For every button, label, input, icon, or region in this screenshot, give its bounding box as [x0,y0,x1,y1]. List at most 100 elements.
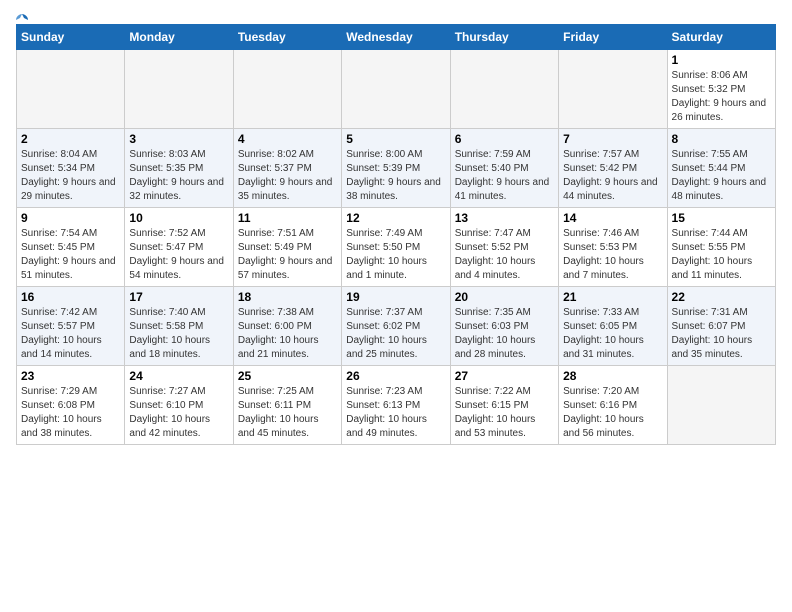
day-number: 14 [563,211,662,225]
calendar-cell: 5 Sunrise: 8:00 AM Sunset: 5:39 PM Daylig… [342,129,450,208]
calendar-cell [667,366,775,445]
day-info: Sunrise: 8:04 AM Sunset: 5:34 PM Dayligh… [21,148,120,204]
calendar-cell: 8 Sunrise: 7:55 AM Sunset: 5:44 PM Daylig… [667,129,775,208]
day-info: Sunrise: 7:31 AM Sunset: 6:07 PM Dayligh… [672,306,771,362]
day-number: 9 [21,211,120,225]
calendar-week-5: 23 Sunrise: 7:29 AM Sunset: 6:08 PM Dayli… [17,366,776,445]
day-info: Sunrise: 7:25 AM Sunset: 6:11 PM Dayligh… [238,385,337,441]
calendar-cell: 12 Sunrise: 7:49 AM Sunset: 5:50 PM Dayli… [342,208,450,287]
day-info: Sunrise: 7:46 AM Sunset: 5:53 PM Dayligh… [563,227,662,283]
day-header-monday: Monday [125,25,233,50]
day-header-saturday: Saturday [667,25,775,50]
calendar-cell: 21 Sunrise: 7:33 AM Sunset: 6:05 PM Dayli… [559,287,667,366]
day-info: Sunrise: 8:02 AM Sunset: 5:37 PM Dayligh… [238,148,337,204]
calendar-cell: 17 Sunrise: 7:40 AM Sunset: 5:58 PM Dayli… [125,287,233,366]
calendar-week-3: 9 Sunrise: 7:54 AM Sunset: 5:45 PM Daylig… [17,208,776,287]
day-number: 18 [238,290,337,304]
calendar-cell [450,50,558,129]
day-number: 21 [563,290,662,304]
day-number: 22 [672,290,771,304]
calendar-cell: 22 Sunrise: 7:31 AM Sunset: 6:07 PM Dayli… [667,287,775,366]
day-header-wednesday: Wednesday [342,25,450,50]
day-number: 20 [455,290,554,304]
calendar-cell: 18Sunrise: 7:38 AM Sunset: 6:00 PM Dayli… [233,287,341,366]
calendar-cell: 27 Sunrise: 7:22 AM Sunset: 6:15 PM Dayli… [450,366,558,445]
day-info: Sunrise: 7:22 AM Sunset: 6:15 PM Dayligh… [455,385,554,441]
day-info: Sunrise: 7:35 AM Sunset: 6:03 PM Dayligh… [455,306,554,362]
day-info: Sunrise: 8:03 AM Sunset: 5:35 PM Dayligh… [129,148,228,204]
day-number: 5 [346,132,445,146]
day-number: 27 [455,369,554,383]
day-number: 13 [455,211,554,225]
calendar-cell: 19 Sunrise: 7:37 AM Sunset: 6:02 PM Dayli… [342,287,450,366]
day-number: 4 [238,132,337,146]
day-info: Sunrise: 7:54 AM Sunset: 5:45 PM Dayligh… [21,227,120,283]
day-info: Sunrise: 7:59 AM Sunset: 5:40 PM Dayligh… [455,148,554,204]
day-number: 12 [346,211,445,225]
day-header-tuesday: Tuesday [233,25,341,50]
day-number: 16 [21,290,120,304]
calendar-cell: 25 Sunrise: 7:25 AM Sunset: 6:11 PM Dayli… [233,366,341,445]
day-info: Sunrise: 7:23 AM Sunset: 6:13 PM Dayligh… [346,385,445,441]
calendar-cell [233,50,341,129]
day-info: Sunrise: 7:29 AM Sunset: 6:08 PM Dayligh… [21,385,120,441]
day-info: Sunrise: 7:47 AM Sunset: 5:52 PM Dayligh… [455,227,554,283]
day-info: Sunrise: 7:52 AM Sunset: 5:47 PM Dayligh… [129,227,228,283]
calendar-cell: 6 Sunrise: 7:59 AM Sunset: 5:40 PM Daylig… [450,129,558,208]
calendar-week-1: 1 Sunrise: 8:06 AM Sunset: 5:32 PM Daylig… [17,50,776,129]
calendar-cell: 20 Sunrise: 7:35 AM Sunset: 6:03 PM Dayli… [450,287,558,366]
day-info: Sunrise: 7:37 AM Sunset: 6:02 PM Dayligh… [346,306,445,362]
calendar-cell: 26 Sunrise: 7:23 AM Sunset: 6:13 PM Dayli… [342,366,450,445]
calendar-cell: 16Sunrise: 7:42 AM Sunset: 5:57 PM Dayli… [17,287,125,366]
day-number: 28 [563,369,662,383]
calendar-cell: 7 Sunrise: 7:57 AM Sunset: 5:42 PM Daylig… [559,129,667,208]
day-info: Sunrise: 7:44 AM Sunset: 5:55 PM Dayligh… [672,227,771,283]
logo-bird-icon [14,12,30,28]
day-info: Sunrise: 7:49 AM Sunset: 5:50 PM Dayligh… [346,227,445,283]
day-info: Sunrise: 8:06 AM Sunset: 5:32 PM Dayligh… [672,69,771,125]
day-number: 15 [672,211,771,225]
day-header-thursday: Thursday [450,25,558,50]
calendar-table: SundayMondayTuesdayWednesdayThursdayFrid… [16,24,776,445]
calendar-cell: 11 Sunrise: 7:51 AM Sunset: 5:49 PM Dayli… [233,208,341,287]
calendar-cell: 24 Sunrise: 7:27 AM Sunset: 6:10 PM Dayli… [125,366,233,445]
day-info: Sunrise: 7:20 AM Sunset: 6:16 PM Dayligh… [563,385,662,441]
calendar-cell: 4 Sunrise: 8:02 AM Sunset: 5:37 PM Daylig… [233,129,341,208]
calendar-cell [559,50,667,129]
day-header-sunday: Sunday [17,25,125,50]
day-number: 24 [129,369,228,383]
day-info: Sunrise: 7:55 AM Sunset: 5:44 PM Dayligh… [672,148,771,204]
calendar-cell [342,50,450,129]
day-number: 10 [129,211,228,225]
calendar-cell: 15 Sunrise: 7:44 AM Sunset: 5:55 PM Dayli… [667,208,775,287]
calendar-cell: 13 Sunrise: 7:47 AM Sunset: 5:52 PM Dayli… [450,208,558,287]
day-info: Sunrise: 8:00 AM Sunset: 5:39 PM Dayligh… [346,148,445,204]
day-info: Sunrise: 7:51 AM Sunset: 5:49 PM Dayligh… [238,227,337,283]
day-number: 23 [21,369,120,383]
day-number: 7 [563,132,662,146]
day-number: 8 [672,132,771,146]
calendar-week-4: 16Sunrise: 7:42 AM Sunset: 5:57 PM Dayli… [17,287,776,366]
calendar-cell: 28 Sunrise: 7:20 AM Sunset: 6:16 PM Dayli… [559,366,667,445]
calendar-cell: 1 Sunrise: 8:06 AM Sunset: 5:32 PM Daylig… [667,50,775,129]
day-number: 25 [238,369,337,383]
calendar-cell [125,50,233,129]
day-number: 11 [238,211,337,225]
day-number: 19 [346,290,445,304]
day-number: 1 [672,53,771,67]
calendar-cell: 2Sunrise: 8:04 AM Sunset: 5:34 PM Daylig… [17,129,125,208]
day-info: Sunrise: 7:57 AM Sunset: 5:42 PM Dayligh… [563,148,662,204]
day-info: Sunrise: 7:27 AM Sunset: 6:10 PM Dayligh… [129,385,228,441]
day-header-friday: Friday [559,25,667,50]
calendar-cell [17,50,125,129]
calendar-cell: 23 Sunrise: 7:29 AM Sunset: 6:08 PM Dayli… [17,366,125,445]
day-number: 26 [346,369,445,383]
day-info: Sunrise: 7:40 AM Sunset: 5:58 PM Dayligh… [129,306,228,362]
calendar-cell: 10 Sunrise: 7:52 AM Sunset: 5:47 PM Dayli… [125,208,233,287]
day-info: Sunrise: 7:33 AM Sunset: 6:05 PM Dayligh… [563,306,662,362]
calendar-cell: 14 Sunrise: 7:46 AM Sunset: 5:53 PM Dayli… [559,208,667,287]
day-number: 6 [455,132,554,146]
calendar-week-2: 2Sunrise: 8:04 AM Sunset: 5:34 PM Daylig… [17,129,776,208]
calendar-cell: 9 Sunrise: 7:54 AM Sunset: 5:45 PM Daylig… [17,208,125,287]
day-number: 17 [129,290,228,304]
